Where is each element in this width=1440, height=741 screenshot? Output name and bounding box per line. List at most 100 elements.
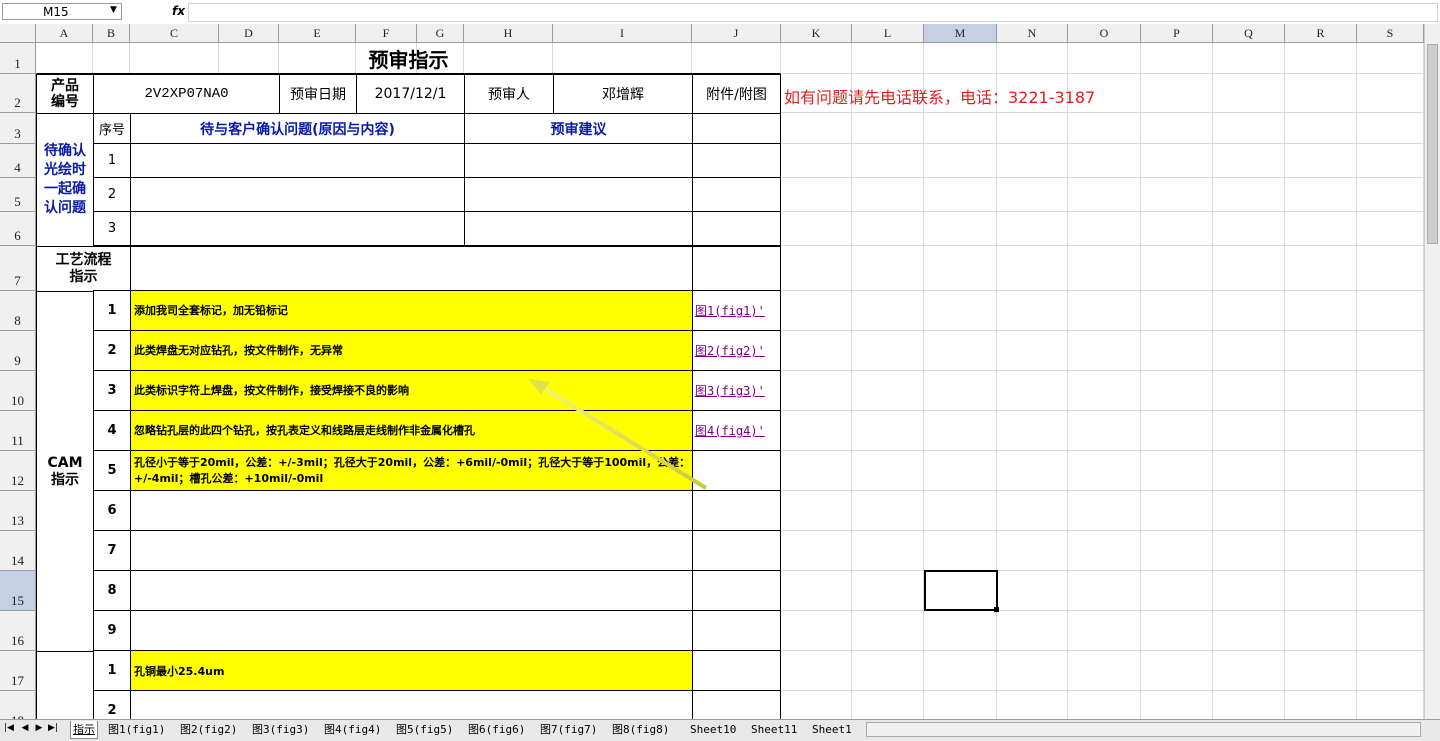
figure-link[interactable] [692, 570, 781, 611]
instruction-cell[interactable]: 孔铜最小25.4um [130, 650, 693, 691]
cam-instruction-cell[interactable]: 此类焊盘无对应钻孔，按文件制作，无异常 [130, 330, 693, 371]
column-header-m[interactable]: M [924, 24, 997, 43]
sheet-tab[interactable]: 指示 [70, 721, 98, 739]
process-label[interactable]: 工艺流程指示 [36, 246, 131, 292]
seq-header[interactable]: 序号 [93, 113, 131, 144]
cam-instruction-cell[interactable]: 此类标识字符上焊盘，按文件制作，接受焊接不良的影响 [130, 370, 693, 411]
function-icon[interactable]: fx [172, 4, 185, 18]
column-header-h[interactable]: H [464, 24, 553, 43]
figure-link[interactable] [692, 530, 781, 571]
next-sheet-icon[interactable]: ▶ [34, 723, 44, 733]
row-header-11[interactable]: 11 [0, 411, 36, 451]
cam-instruction-cell[interactable]: 孔径小于等于20mil，公差：+/-3mil；孔径大于20mil，公差：+6mi… [130, 450, 693, 491]
customer-issue-cell[interactable] [130, 211, 465, 246]
name-box[interactable]: M15 [2, 3, 122, 20]
row-header-7[interactable]: 7 [0, 246, 36, 291]
sheet-tab[interactable]: 图2(fig2) [178, 721, 239, 738]
sheet-tab[interactable]: Sheet11 [749, 721, 799, 738]
sheet-tab[interactable]: 图1(fig1) [106, 721, 167, 738]
sheet-tab[interactable]: Sheet10 [688, 721, 738, 738]
figure-link[interactable]: 图4(fig4)' [692, 410, 781, 451]
cam-seq-cell[interactable]: 3 [93, 370, 131, 411]
row-header-10[interactable]: 10 [0, 371, 36, 411]
reviewer-value[interactable]: 邓增辉 [553, 74, 693, 114]
seq-cell[interactable]: 1 [93, 650, 131, 691]
horizontal-scrollbar[interactable] [866, 722, 1421, 737]
fill-handle[interactable] [994, 607, 999, 612]
reviewer-label[interactable]: 预审人 [464, 74, 554, 114]
section-label-empty[interactable] [36, 651, 94, 719]
row-header-17[interactable]: 17 [0, 651, 36, 691]
column-header-p[interactable]: P [1141, 24, 1213, 43]
attachment-cell[interactable] [692, 246, 781, 292]
vertical-scrollbar[interactable] [1424, 24, 1440, 719]
attachment-cell[interactable] [692, 113, 781, 144]
selected-cell-m15[interactable] [924, 570, 998, 611]
cam-seq-cell[interactable]: 5 [93, 450, 131, 491]
contact-note[interactable]: 如有问题请先电话联系，电话：3221-3187 [784, 84, 1095, 107]
figure-link[interactable] [692, 490, 781, 531]
review-date-value[interactable]: 2017/12/1 [356, 74, 465, 114]
attachment-cell[interactable] [692, 690, 781, 719]
prev-sheet-icon[interactable]: ◀ [20, 723, 30, 733]
cam-seq-cell[interactable]: 9 [93, 610, 131, 651]
column-header-a[interactable]: A [36, 24, 93, 43]
select-all-corner[interactable] [0, 24, 36, 43]
column-header-k[interactable]: K [781, 24, 852, 43]
customer-issue-cell[interactable] [130, 143, 465, 178]
row-header-9[interactable]: 9 [0, 331, 36, 371]
cam-instruction-cell[interactable]: 忽略钻孔层的此四个钻孔，按孔表定义和线路层走线制作非金属化槽孔 [130, 410, 693, 451]
row-header-14[interactable]: 14 [0, 531, 36, 571]
row-header-12[interactable]: 12 [0, 451, 36, 491]
row-header-18[interactable]: 18 [0, 691, 36, 719]
chevron-down-icon[interactable]: ▼ [110, 5, 117, 15]
column-header-d[interactable]: D [219, 24, 279, 43]
confirm-section-label[interactable]: 待确认光绘时一起确认问题 [36, 113, 94, 247]
column-header-r[interactable]: R [1285, 24, 1357, 43]
row-header-4[interactable]: 4 [0, 144, 36, 178]
figure-link[interactable]: 图3(fig3)' [692, 370, 781, 411]
sheet-tab[interactable]: 图7(fig7) [538, 721, 599, 738]
cam-seq-cell[interactable]: 6 [93, 490, 131, 531]
figure-link[interactable]: 图1(fig1)' [692, 290, 781, 331]
cam-instruction-cell[interactable]: 添加我司全套标记，加无铅标记 [130, 290, 693, 331]
cam-seq-cell[interactable]: 8 [93, 570, 131, 611]
figure-link[interactable] [692, 450, 781, 491]
row-header-13[interactable]: 13 [0, 491, 36, 531]
column-header-f[interactable]: F [356, 24, 417, 43]
attachment-label[interactable]: 附件/附图 [692, 74, 781, 114]
column-header-b[interactable]: B [93, 24, 130, 43]
row-header-3[interactable]: 3 [0, 113, 36, 144]
column-header-e[interactable]: E [279, 24, 356, 43]
instruction-cell[interactable] [130, 690, 693, 719]
formula-input[interactable] [188, 3, 1438, 22]
product-no-label[interactable]: 产品 编号 [36, 74, 94, 114]
attachment-cell[interactable] [692, 650, 781, 691]
column-header-s[interactable]: S [1357, 24, 1424, 43]
column-header-n[interactable]: N [997, 24, 1068, 43]
figure-link[interactable] [692, 610, 781, 651]
row-header-6[interactable]: 6 [0, 212, 36, 246]
seq-cell[interactable]: 2 [93, 177, 131, 212]
row-header-5[interactable]: 5 [0, 178, 36, 212]
column-header-i[interactable]: I [553, 24, 692, 43]
seq-cell[interactable]: 3 [93, 211, 131, 246]
vertical-scroll-thumb[interactable] [1427, 44, 1438, 244]
row-header-1[interactable]: 1 [0, 43, 36, 74]
column-header-j[interactable]: J [692, 24, 781, 43]
review-advice-cell[interactable] [464, 211, 693, 246]
column-header-c[interactable]: C [130, 24, 219, 43]
sheet-tab[interactable]: 图4(fig4) [322, 721, 383, 738]
cam-seq-cell[interactable]: 2 [93, 330, 131, 371]
sheet-title[interactable]: 预审指示 [36, 43, 781, 74]
row-header-8[interactable]: 8 [0, 291, 36, 331]
sheet-tab[interactable]: 图3(fig3) [250, 721, 311, 738]
sheet-tab[interactable]: 图6(fig6) [466, 721, 527, 738]
row-header-16[interactable]: 16 [0, 611, 36, 651]
row-header-2[interactable]: 2 [0, 74, 36, 113]
review-date-label[interactable]: 预审日期 [279, 74, 357, 114]
sheet-tab[interactable]: 图5(fig5) [394, 721, 455, 738]
cam-instruction-cell[interactable] [130, 490, 693, 531]
column-header-l[interactable]: L [852, 24, 924, 43]
customer-issue-header[interactable]: 待与客户确认问题(原因与内容) [130, 113, 465, 144]
